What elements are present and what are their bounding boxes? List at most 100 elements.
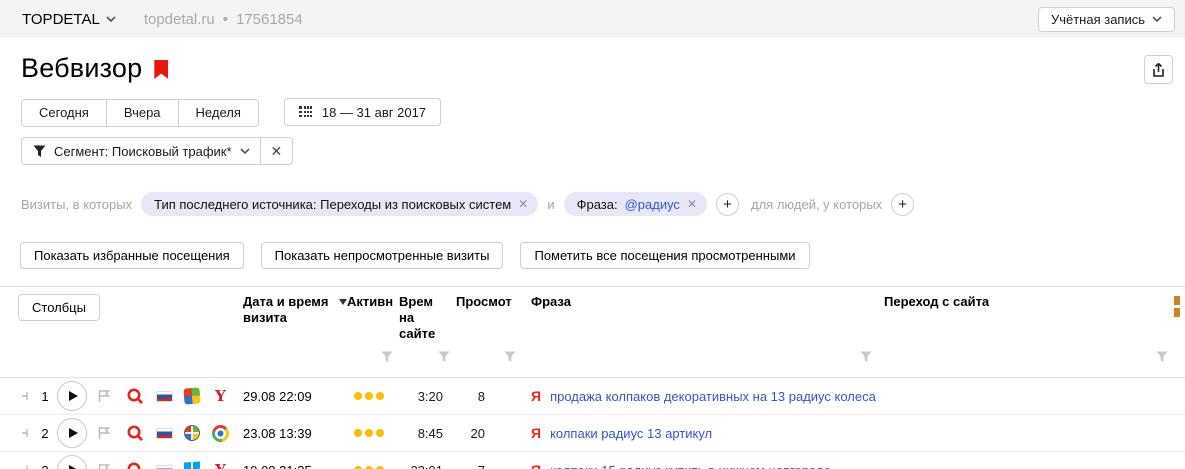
- export-button[interactable]: [1144, 55, 1173, 84]
- preset-yesterday-button[interactable]: Вчера: [106, 100, 178, 126]
- phrase-link[interactable]: колпаки 15 радиус купить в нижнем новгор…: [550, 463, 831, 469]
- bookmark-icon[interactable]: [154, 60, 168, 79]
- os-icon: [184, 425, 200, 441]
- phrase-link[interactable]: продажа колпаков декоративных на 13 ради…: [550, 389, 876, 404]
- filter-chip-phrase[interactable]: Фраза: @радиус ✕: [564, 192, 707, 216]
- visit-datetime: 29.08 22:09: [243, 389, 347, 404]
- visit-row: 1 29.08 22:09 3:20 8 Я продажа колпаков …: [0, 378, 1185, 415]
- play-button[interactable]: [57, 381, 87, 411]
- views-count: 7: [456, 463, 522, 469]
- table-header: Столбцы Дата и время визита Активн Врем …: [0, 287, 1185, 342]
- actions-row: Показать избранные посещения Показать не…: [20, 242, 1185, 269]
- bookmark-toggle-icon[interactable]: [20, 427, 32, 439]
- search-source-icon: [126, 461, 144, 469]
- dot-separator: •: [223, 11, 228, 28]
- mark-all-viewed-button[interactable]: Пометить все посещения просмотренными: [520, 242, 809, 269]
- column-header-time-on-site[interactable]: Врем на сайте: [399, 294, 456, 342]
- filter-referrer[interactable]: [878, 350, 1174, 368]
- views-count: 20: [456, 426, 522, 441]
- row-number: 1: [38, 389, 52, 404]
- browser-icon: [212, 462, 229, 469]
- filter-views[interactable]: [456, 350, 522, 368]
- period-presets: Сегодня Вчера Неделя: [21, 99, 259, 127]
- counter-name: TOPDETAL: [22, 11, 100, 28]
- search-source-icon: [126, 387, 144, 405]
- clipped-column-header: [1174, 294, 1185, 342]
- browser-icon: [212, 388, 229, 405]
- counter-id: 17561854: [236, 11, 303, 28]
- activity-indicator: [347, 429, 399, 437]
- date-range-picker[interactable]: 18 — 31 авг 2017: [284, 98, 441, 126]
- row-number: 3: [38, 463, 52, 469]
- activity-dot: [354, 429, 362, 437]
- column-header-activity[interactable]: Активн: [347, 294, 399, 342]
- activity-dot: [354, 392, 362, 400]
- calendar-grid-icon: [299, 106, 313, 119]
- time-on-site: 8:45: [399, 426, 456, 441]
- chevron-down-icon: [106, 16, 116, 22]
- add-visit-condition-button[interactable]: +: [716, 193, 739, 216]
- play-icon: [69, 465, 78, 469]
- column-header-phrase[interactable]: Фраза: [522, 294, 878, 342]
- topbar: TOPDETAL topdetal.ru • 17561854 Учётная …: [0, 0, 1185, 38]
- chip-close-icon[interactable]: ✕: [518, 197, 528, 211]
- site-domain: topdetal.ru: [144, 11, 215, 28]
- filter-funnel-icon: [438, 351, 450, 363]
- date-range-label: 18 — 31 авг 2017: [322, 105, 426, 120]
- visits-table: Столбцы Дата и время визита Активн Врем …: [0, 286, 1185, 469]
- export-icon: [1151, 62, 1166, 78]
- search-source-icon: [126, 424, 144, 442]
- columns-button[interactable]: Столбцы: [18, 294, 100, 321]
- visit-datetime: 23.08 13:39: [243, 426, 347, 441]
- show-unviewed-button[interactable]: Показать непросмотренные визиты: [261, 242, 504, 269]
- play-button[interactable]: [57, 418, 87, 448]
- filter-activity[interactable]: [347, 350, 399, 368]
- views-count: 8: [456, 389, 522, 404]
- page-title: Вебвизор: [21, 53, 142, 84]
- chip-phrase-value: @радиус: [625, 197, 680, 212]
- play-button[interactable]: [57, 455, 87, 469]
- play-icon: [69, 391, 78, 401]
- activity-dot: [376, 392, 384, 400]
- table-body: 1 29.08 22:09 3:20 8 Я продажа колпаков …: [0, 378, 1185, 469]
- yandex-search-icon: Я: [531, 425, 541, 441]
- viewed-flag-icon[interactable]: [97, 426, 112, 440]
- chip-close-icon[interactable]: ✕: [687, 197, 697, 211]
- column-header-datetime[interactable]: Дата и время визита: [243, 294, 347, 342]
- yandex-search-icon: Я: [531, 462, 541, 469]
- column-header-referrer[interactable]: Переход с сайта: [878, 294, 1174, 342]
- browser-icon: [212, 425, 229, 442]
- viewed-flag-icon[interactable]: [97, 389, 112, 403]
- filter-funnel-icon: [1156, 351, 1168, 363]
- conjunction-label: и: [547, 197, 554, 212]
- show-favorites-button[interactable]: Показать избранные посещения: [20, 242, 244, 269]
- viewed-flag-icon[interactable]: [97, 463, 112, 469]
- bookmark-toggle-icon[interactable]: [20, 390, 32, 402]
- preset-today-button[interactable]: Сегодня: [22, 100, 106, 126]
- account-button[interactable]: Учётная запись: [1038, 7, 1175, 32]
- add-people-condition-button[interactable]: +: [891, 193, 914, 216]
- segment-label: Сегмент: Поисковый трафик*: [54, 144, 232, 159]
- phrase-link[interactable]: колпаки радиус 13 артикул: [550, 426, 712, 441]
- preset-week-button[interactable]: Неделя: [178, 100, 258, 126]
- segment-close-button[interactable]: ✕: [260, 138, 293, 164]
- activity-dot: [376, 429, 384, 437]
- chip-phrase-label: Фраза:: [577, 197, 618, 212]
- period-controls: Сегодня Вчера Неделя 18 — 31 авг 2017: [21, 99, 1185, 127]
- filter-prefix-label: Визиты, в которых: [21, 197, 132, 212]
- segment-dropdown[interactable]: Сегмент: Поисковый трафик*: [22, 138, 260, 164]
- segment-row: Сегмент: Поисковый трафик* ✕: [21, 137, 1185, 165]
- column-header-views[interactable]: Просмот: [456, 294, 522, 342]
- bookmark-toggle-icon[interactable]: [20, 464, 32, 469]
- filter-time-on-site[interactable]: [399, 350, 456, 368]
- filter-phrase[interactable]: [522, 350, 878, 368]
- counter-meta: topdetal.ru • 17561854: [144, 11, 303, 28]
- visit-datetime: 19.08 21:25: [243, 463, 347, 469]
- os-icon: [183, 387, 200, 404]
- filter-row: Визиты, в которых Тип последнего источни…: [21, 192, 1185, 216]
- chevron-down-icon: [1152, 16, 1162, 22]
- sort-desc-icon: [339, 299, 347, 305]
- counter-switcher[interactable]: TOPDETAL: [22, 11, 116, 28]
- filter-chip-source[interactable]: Тип последнего источника: Переходы из по…: [141, 192, 538, 216]
- visit-row: 2 23.08 13:39 8:45 20 Я колпаки радиус 1…: [0, 415, 1185, 452]
